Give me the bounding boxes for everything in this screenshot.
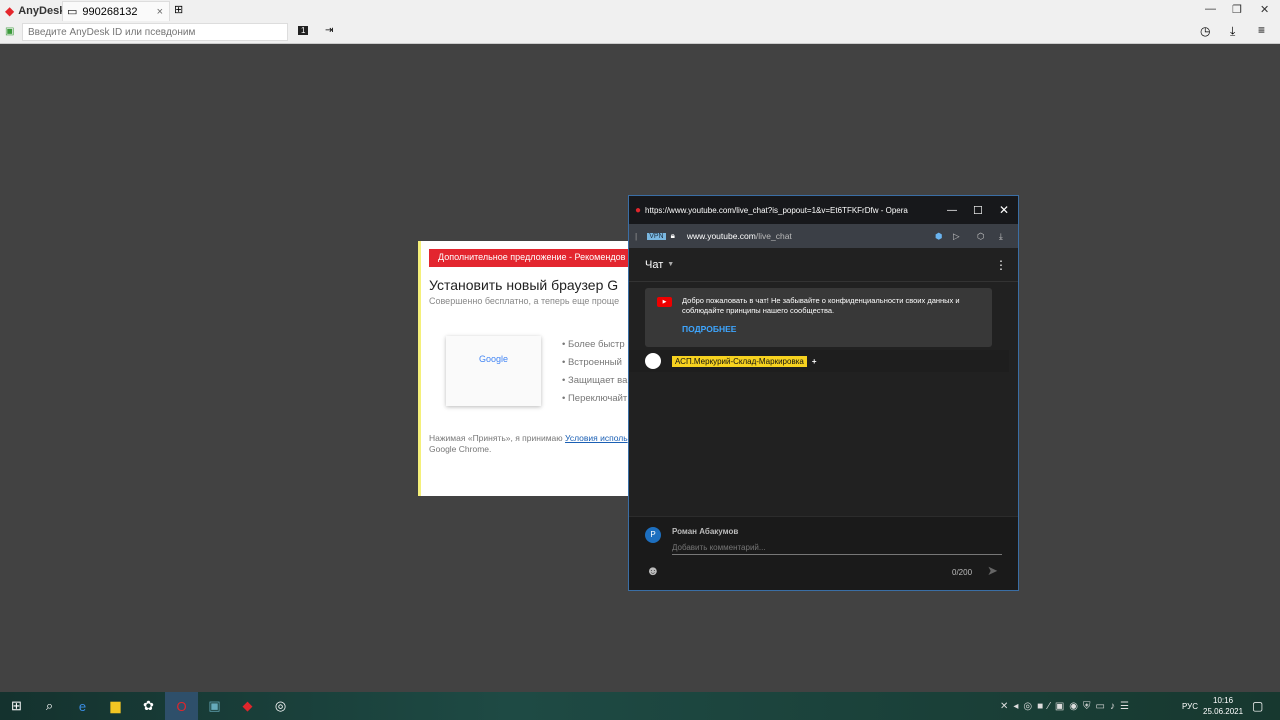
offer-subtitle: Совершенно бесплатно, а теперь еще проще [429,296,620,306]
send-icon[interactable]: ▷ [953,231,960,242]
anydesk-toolbar: ▣ 1 ⇥ ◷ ⤓ ≡ [0,21,1280,44]
channel-name-badge[interactable]: АСП.Меркурий-Склад-Маркировка [672,355,807,367]
char-counter: 0/200 [952,568,973,577]
bullet: • Переключайт [562,393,628,404]
youtube-icon: ▶ [657,297,672,307]
offer-banner: Дополнительное предложение - Рекомендов [429,249,630,267]
opera-titlebar: ● https://www.youtube.com/live_chat?is_p… [629,196,1018,224]
url-path: /live_chat [755,231,792,241]
connection-icon: ▣ [5,26,15,37]
history-icon[interactable]: ◷ [1200,24,1210,38]
bullet: • Встроенный [562,357,622,368]
language-indicator[interactable]: РУС [1182,702,1198,711]
chat-mode-dropdown[interactable]: Чат [645,259,663,271]
app-brand: AnyDesk [18,4,66,17]
chrome-screenshot-image: Google [446,336,541,406]
notification-icon[interactable]: ▢ [1252,699,1263,713]
bullet: • Защищает ва [562,375,628,386]
restore-button[interactable]: ❐ [1232,3,1242,16]
chat-message: АСП.Меркурий-Склад-Маркировка + [629,350,1009,372]
comment-input[interactable] [672,541,1002,555]
anydesk-logo-icon: ◆ [5,3,15,18]
avatar [645,353,661,369]
emoji-icon[interactable]: ☻ [646,563,660,578]
monitor-badge[interactable]: 1 [298,26,309,35]
anydesk-titlebar: ◆ AnyDesk ▭ 990268132 × ⊞ — ❐ ✕ [0,0,1280,21]
legal-text: Нажимая «Принять», я принимаю [429,433,566,443]
vpn-badge[interactable]: VPN [647,232,666,240]
minimize-button[interactable]: — [1205,3,1216,15]
monitor-icon: ▭ [67,6,78,18]
download-icon[interactable]: ⤓ [999,231,1003,242]
obs-icon[interactable]: ◎ [264,692,297,720]
minimize-button[interactable]: — [947,205,957,216]
time: 10:16 [1213,696,1234,705]
user-name: Роман Абакумов [672,527,739,536]
url[interactable]: www.youtube.com/live_chat [687,231,792,241]
chat-header: Чат ▼ ⋮ [629,248,1018,282]
window-title: https://www.youtube.com/live_chat?is_pop… [645,205,908,215]
plus-icon: + [811,356,817,366]
search-icon[interactable]: ⌕ [33,692,66,720]
app-icon[interactable]: ✿ [132,692,165,720]
cube-icon[interactable]: ⬡ [977,231,984,242]
welcome-text: Добро пожаловать в чат! Не забывайте о к… [682,296,960,315]
opera-icon[interactable]: O [165,692,198,720]
terms-link[interactable]: Условия исполь [565,433,628,443]
more-menu-icon[interactable]: ⋮ [995,258,1007,272]
explorer-icon[interactable]: ▆ [99,692,132,720]
address-input[interactable] [22,23,288,41]
user-avatar: Р [645,527,661,543]
edge-icon[interactable]: e [66,692,99,720]
bullet: • Более быстр [562,339,625,350]
send-icon[interactable]: ➤ [987,563,998,579]
download-icon[interactable]: ⤓ [1230,24,1235,39]
tray-icons[interactable]: ✕◂◎■⁄▣◉⛨▭♪☰ [1000,701,1134,712]
shield-icon[interactable]: ⬢ [935,231,942,242]
legal-text-2: Google Chrome. [429,444,492,454]
menu-icon[interactable]: ≡ [1258,23,1265,37]
address-bar: | VPN 🔒︎ www.youtube.com/live_chat ⬢ ▷ ⬡… [629,224,1018,248]
offer-title: Установить новый браузер G [429,277,619,293]
opera-logo-icon: ● [635,204,642,216]
app-icon-2[interactable]: ▣ [198,692,231,720]
lock-icon: 🔒︎ [670,231,675,240]
date: 25.06.2021 [1203,707,1244,716]
chrome-offer-dialog: Дополнительное предложение - Рекомендов … [418,241,630,496]
welcome-banner: ▶ Добро пожаловать в чат! Не забывайте о… [645,288,992,347]
anydesk-icon[interactable]: ◆ [231,692,264,720]
url-host: www.youtube.com [686,231,756,241]
windows-taskbar: ⊞ ⌕ e ▆ ✿ O ▣ ◆ ◎ ✕◂◎■⁄▣◉⛨▭♪☰ РУС 10:16 … [0,692,1280,720]
tab-label: 990268132 [82,5,138,18]
chevron-down-icon[interactable]: ▼ [667,261,674,268]
file-transfer-icon[interactable]: ⇥ [325,25,333,36]
chat-input-area: Р Роман Абакумов ☻ 0/200 ➤ [629,516,1018,590]
start-icon[interactable]: ⊞ [0,692,33,720]
learn-more-link[interactable]: ПОДРОБНЕЕ [682,324,736,334]
close-tab-icon[interactable]: × [157,6,163,18]
close-button[interactable]: ✕ [1260,3,1269,16]
maximize-button[interactable]: ☐ [973,204,983,217]
session-tab[interactable]: ▭ 990268132 × [62,1,170,21]
opera-popup-window: ● https://www.youtube.com/live_chat?is_p… [628,195,1019,591]
close-button[interactable]: ✕ [999,203,1009,217]
new-tab-icon[interactable]: ⊞ [174,3,183,16]
google-logo: Google [478,354,509,364]
clock[interactable]: 10:16 25.06.2021 [1203,695,1243,717]
